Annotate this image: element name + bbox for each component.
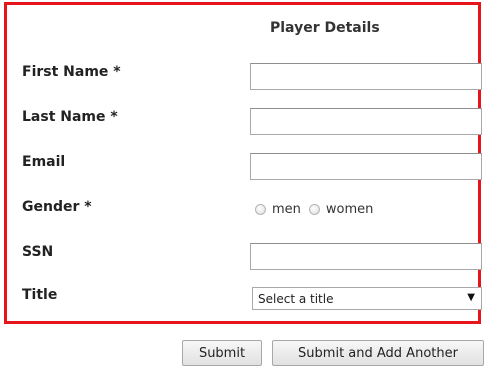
last-name-input[interactable] [250, 108, 482, 135]
form-title: Player Details [270, 20, 380, 36]
ssn-label: SSN [22, 244, 54, 260]
title-select[interactable]: Select a title ▼ [252, 287, 482, 310]
last-name-label: Last Name * [22, 109, 118, 125]
email-label: Email [22, 154, 66, 170]
gender-men-radio[interactable] [255, 204, 266, 215]
submit-and-add-another-button[interactable]: Submit and Add Another [272, 340, 484, 366]
first-name-label: First Name * [22, 64, 121, 80]
submit-button[interactable]: Submit [182, 340, 262, 366]
gender-label: Gender * [22, 199, 92, 215]
gender-men-label[interactable]: men [272, 202, 301, 217]
email-input[interactable] [250, 153, 482, 180]
gender-radio-group: men women [255, 202, 381, 217]
first-name-input[interactable] [250, 63, 482, 90]
ssn-input[interactable] [250, 243, 482, 270]
title-label: Title [22, 287, 58, 303]
title-select-value: Select a title [258, 291, 334, 306]
gender-women-label[interactable]: women [326, 202, 374, 217]
gender-women-radio[interactable] [308, 204, 320, 215]
caret-down-icon: ▼ [467, 292, 475, 303]
